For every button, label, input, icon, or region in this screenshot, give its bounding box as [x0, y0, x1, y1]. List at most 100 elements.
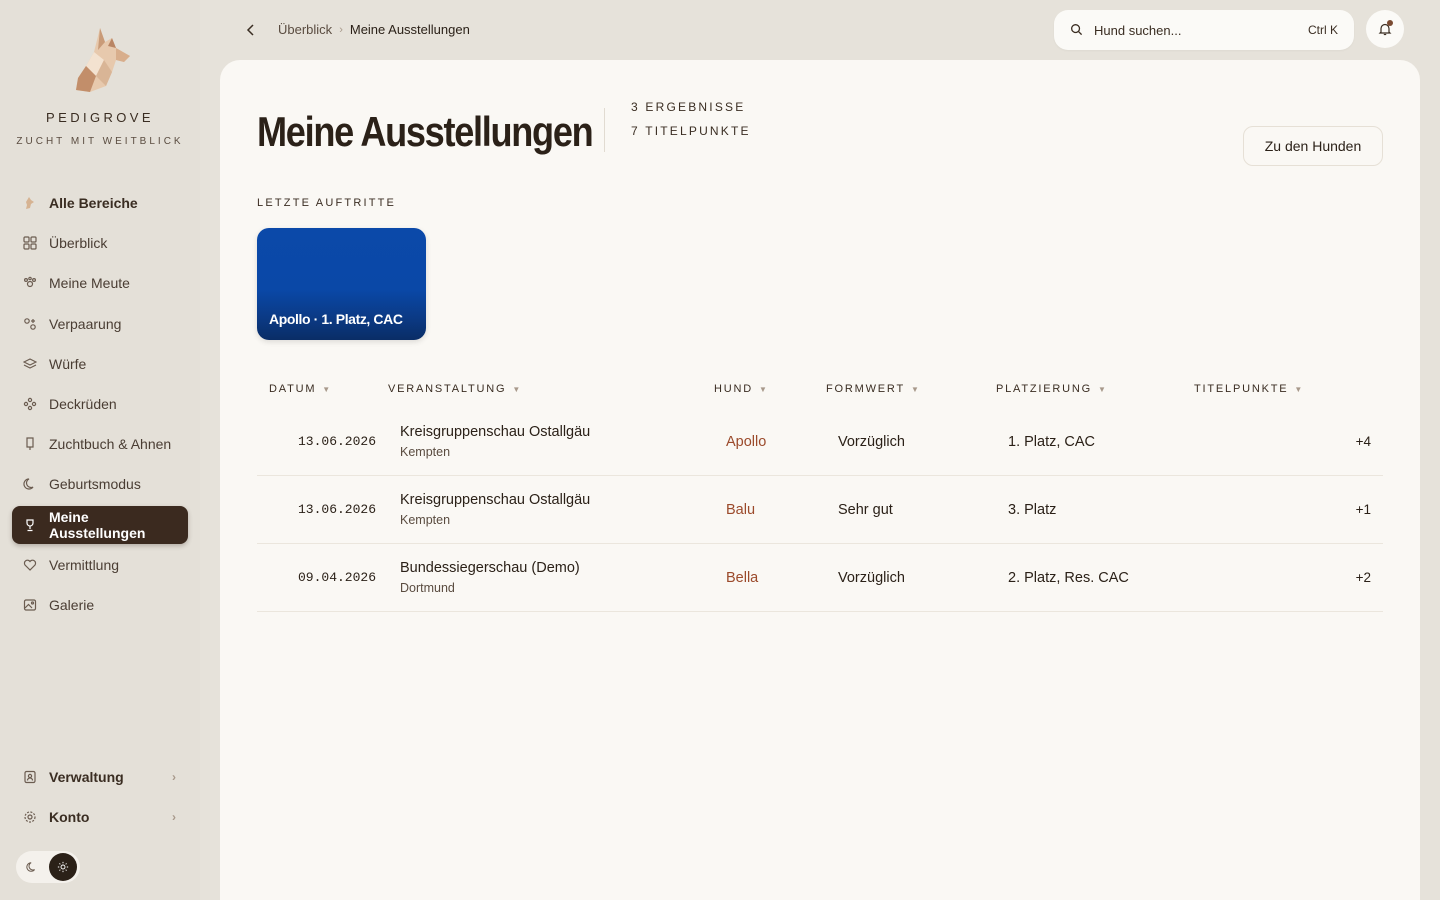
sidebar-item-wuerfe[interactable]: Würfe [12, 345, 188, 383]
column-header-label: FORMWERT [826, 383, 905, 395]
theme-toggle[interactable] [16, 851, 80, 883]
pairing-icon [22, 316, 38, 332]
column-header-event[interactable]: VERANSTALTUNG ▼ [388, 383, 714, 395]
sidebar-nav: Alle Bereiche Überblick Meine Meute Verp… [12, 184, 188, 626]
sidebar-item-label: Zuchtbuch & Ahnen [49, 436, 172, 453]
sun-icon[interactable] [49, 853, 77, 881]
column-header-form[interactable]: FORMWERT ▼ [826, 383, 996, 395]
sidebar-item-galerie[interactable]: Galerie [12, 586, 188, 624]
sidebar-item-label: Meine Ausstellungen [48, 508, 146, 541]
chevron-right-icon: › [339, 23, 343, 36]
sidebar-item-zuchtbuch[interactable]: Zuchtbuch & Ahnen [12, 425, 188, 463]
sidebar-item-label: Überblick [49, 235, 108, 252]
sidebar-item-meine-meute[interactable]: Meine Meute [12, 264, 188, 302]
sidebar-item-label: Konto [49, 809, 90, 826]
back-button[interactable] [240, 19, 262, 41]
stud-icon [22, 396, 38, 412]
row-event-name: Kreisgruppenschau Ostallgäu [400, 424, 591, 440]
grid-icon [22, 235, 38, 251]
dog-logo-icon [76, 28, 130, 92]
row-event-location: Kempten [400, 513, 451, 527]
table-row[interactable]: 09.04.2026 Bundessiegerschau (Demo) Dort… [257, 544, 1383, 612]
sidebar-item-label: Würfe [49, 355, 87, 372]
recent-appearance-tile[interactable]: Apollo · 1. Platz, CAC [257, 228, 426, 340]
sidebar-item-verpaarung[interactable]: Verpaarung [12, 305, 188, 343]
recent-appearance-caption: Apollo · 1. Platz, CAC [269, 311, 403, 327]
row-form: Vorzüglich [838, 569, 905, 586]
sidebar-item-deckrueden[interactable]: Deckrüden [12, 385, 188, 423]
column-header-points[interactable]: TITELPUNKTE ▼ [1194, 383, 1383, 395]
sort-caret-icon: ▼ [758, 384, 767, 394]
row-form: Vorzüglich [838, 433, 905, 450]
row-event-location: Dortmund [400, 581, 455, 595]
row-points: +4 [1355, 434, 1371, 449]
sidebar-item-label: Deckrüden [49, 395, 117, 412]
search-input[interactable] [1094, 22, 1308, 38]
sort-caret-icon: ▼ [322, 384, 331, 394]
sort-caret-icon: ▼ [1294, 384, 1303, 394]
sort-caret-icon: ▼ [512, 384, 521, 394]
row-points: +1 [1355, 502, 1371, 517]
moon-icon[interactable] [19, 854, 45, 880]
trophy-icon [22, 517, 38, 533]
row-points: +2 [1355, 570, 1371, 585]
row-dog-link[interactable]: Balu [726, 502, 838, 518]
row-dog-link[interactable]: Bella [726, 570, 838, 586]
book-icon [22, 436, 38, 452]
row-event-location: Kempten [400, 445, 451, 459]
row-event-name: Bundessiegerschau (Demo) [400, 560, 580, 576]
sidebar-item-meine-ausstellungen[interactable]: Meine Ausstellungen [12, 505, 188, 544]
search-shortcut: Ctrl K [1308, 23, 1338, 37]
row-event-name: Kreisgruppenschau Ostallgäu [400, 492, 591, 508]
column-header-place[interactable]: PLATZIERUNG ▼ [996, 383, 1194, 395]
breadcrumb-parent[interactable]: Überblick [278, 22, 332, 37]
sidebar-item-label: Vermittlung [49, 556, 120, 573]
breadcrumb-current: Meine Ausstellungen [349, 22, 470, 37]
table-row[interactable]: 13.06.2026 Kreisgruppenschau Ostallgäu K… [257, 408, 1383, 476]
moon-icon [22, 476, 38, 492]
sidebar-item-alle-bereiche[interactable]: Alle Bereiche [12, 184, 188, 222]
row-form: Sehr gut [838, 501, 893, 518]
row-date: 13.06.2026 [297, 434, 376, 449]
row-dog-link[interactable]: Apollo [726, 434, 838, 450]
column-header-label: VERANSTALTUNG [388, 383, 507, 395]
pack-icon [22, 275, 38, 291]
table-row[interactable]: 13.06.2026 Kreisgruppenschau Ostallgäu K… [257, 476, 1383, 544]
sort-caret-icon: ▼ [1098, 384, 1106, 394]
page-title: Meine Ausstellungen [257, 108, 594, 155]
to-dogs-button[interactable]: Zu den Hunden [1243, 126, 1383, 166]
sidebar-item-ueberblick[interactable]: Überblick [12, 224, 188, 262]
column-header-label: TITELPUNKTE [1194, 383, 1289, 395]
row-event: Kreisgruppenschau Ostallgäu Kempten [400, 424, 726, 459]
row-place: 2. Platz, Res. CAC [1008, 569, 1129, 586]
column-header-dog[interactable]: HUND ▼ [714, 383, 826, 395]
sidebar-bottom-nav: Verwaltung › Konto › [12, 758, 188, 838]
brand-name: PEDIGROVE [46, 110, 154, 125]
search-icon [1070, 23, 1084, 37]
sidebar-item-label: Verpaarung [49, 315, 122, 332]
title-divider [604, 108, 605, 152]
table-header: DATUM ▼ VERANSTALTUNG ▼ HUND ▼ FORMWERT ▼ PL… [257, 370, 1383, 408]
title-points-count: 7 TITELPUNKTE [631, 124, 751, 138]
chevron-left-icon [246, 24, 254, 36]
notifications-button[interactable] [1366, 10, 1404, 48]
recent-appearances-label: LETZTE AUFTRITTE [257, 197, 397, 209]
column-header-date[interactable]: DATUM ▼ [257, 383, 388, 395]
sidebar-item-verwaltung[interactable]: Verwaltung › [12, 758, 188, 796]
sidebar-item-vermittlung[interactable]: Vermittlung [12, 546, 188, 584]
shows-table: DATUM ▼ VERANSTALTUNG ▼ HUND ▼ FORMWERT ▼ PL… [257, 370, 1383, 612]
sidebar-item-label: Alle Bereiche [49, 195, 138, 211]
notification-dot [1387, 20, 1393, 26]
search-box[interactable]: Ctrl K [1054, 10, 1354, 50]
image-icon [22, 597, 38, 613]
row-place: 1. Platz, CAC [1008, 433, 1096, 450]
sidebar-item-geburtsmodus[interactable]: Geburtsmodus [12, 465, 188, 503]
column-header-label: HUND [714, 383, 753, 395]
column-header-label: DATUM [269, 383, 317, 395]
heart-icon [22, 557, 38, 573]
row-event: Kreisgruppenschau Ostallgäu Kempten [400, 492, 726, 527]
sidebar-item-label: Meine Meute [49, 275, 130, 292]
sidebar-item-konto[interactable]: Konto › [12, 798, 188, 836]
sidebar-item-label: Verwaltung [49, 769, 124, 785]
sort-caret-icon: ▼ [910, 384, 919, 394]
